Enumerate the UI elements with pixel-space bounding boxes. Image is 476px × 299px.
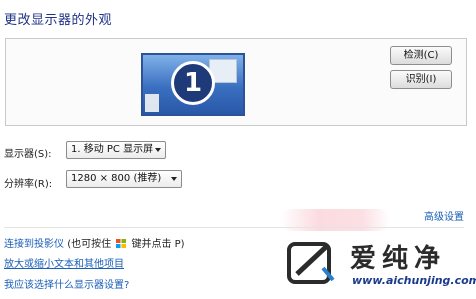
watermark-url: www.aichunjing.com <box>352 274 476 287</box>
display-label: 显示器(S): <box>4 149 52 160</box>
text-size-link[interactable]: 放大或缩小文本和其他项目 <box>4 255 124 270</box>
chevron-down-icon <box>171 177 177 181</box>
watermark-brand: 爱纯净 <box>350 244 447 274</box>
monitor-1-thumbnail[interactable]: 1 <box>141 53 245 116</box>
connect-projector-row: 连接到投影仪 (也可按住 键并点击 P) <box>4 235 185 250</box>
detect-button[interactable]: 检测(C) <box>390 46 452 65</box>
projector-hint-start: (也可按住 <box>67 239 112 250</box>
divider <box>4 227 464 228</box>
resolution-label: 分辨率(R): <box>4 179 53 190</box>
display-select-value: 1. 移动 PC 显示屏 <box>71 144 154 155</box>
page-title: 更改显示器的外观 <box>4 13 113 28</box>
watermark-logo-icon <box>287 242 335 284</box>
chevron-down-icon <box>155 148 161 152</box>
resolution-select-value: 1280 × 800 (推荐) <box>71 173 162 184</box>
monitor-number-badge: 1 <box>171 61 215 105</box>
resolution-select[interactable]: 1280 × 800 (推荐) <box>66 170 182 188</box>
desktop-sidebar-thumbnail <box>145 94 159 112</box>
windows-logo-icon <box>116 239 127 248</box>
projector-hint-end: 键并点击 P) <box>131 239 185 250</box>
which-settings-link[interactable]: 我应该选择什么显示器设置? <box>4 276 129 291</box>
connect-projector-link[interactable]: 连接到投影仪 <box>4 239 64 250</box>
identify-button[interactable]: 识别(I) <box>390 70 452 89</box>
display-select[interactable]: 1. 移动 PC 显示屏 <box>66 141 166 159</box>
advanced-settings-link[interactable]: 高级设置 <box>424 208 464 223</box>
